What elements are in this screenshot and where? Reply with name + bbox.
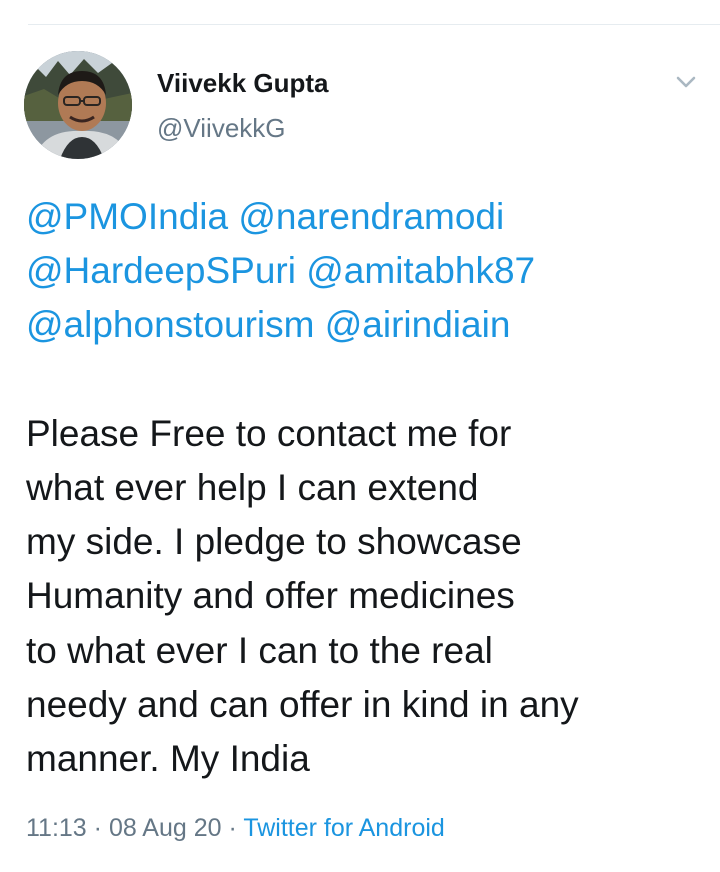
tweet-text-line: what ever help I can extend	[26, 467, 479, 508]
tweet-text-line: Please Free to contact me for	[26, 412, 512, 454]
tweet-date: 08 Aug 20	[108, 814, 222, 842]
mention-link[interactable]: @airindiain	[325, 304, 511, 345]
tweet-text-line: to what ever I can to the real	[26, 629, 493, 671]
tweet-text-line: my side. I pledge to showcase	[26, 521, 522, 563]
mention-link[interactable]: @PMOIndia	[26, 196, 228, 237]
mentions-line: @alphonstourism @airindiain	[26, 298, 706, 352]
avatar-image	[24, 51, 132, 159]
tweet-text-line: needy and can offer in kind in any	[26, 683, 579, 725]
tweet-text: @PMOIndia @narendramodi @HardeepSPuri @a…	[26, 190, 706, 786]
chevron-down-icon[interactable]	[670, 66, 702, 98]
top-divider	[28, 24, 720, 25]
tweet-text-line: Humanity and offer medicines	[26, 575, 515, 617]
mentions-line: @HardeepSPuri @amitabhk87	[26, 244, 706, 298]
mention-link[interactable]: @HardeepSPuri	[26, 250, 296, 291]
meta-separator: ·	[221, 814, 244, 842]
tweet-time: 11:13	[26, 814, 87, 842]
mention-link[interactable]: @alphonstourism	[26, 304, 314, 345]
avatar[interactable]	[24, 51, 132, 159]
mentions-line: @PMOIndia @narendramodi	[26, 190, 706, 244]
tweet-meta: 11:13 · 08 Aug 20 · Twitter for Android	[26, 814, 445, 843]
meta-separator: ·	[86, 814, 109, 842]
tweet-text-line: manner. My India	[26, 738, 310, 780]
tweet-source-link[interactable]: Twitter for Android	[243, 814, 444, 842]
display-name[interactable]: Viivekk Gupta	[157, 68, 329, 99]
user-handle[interactable]: @ViivekkG	[157, 113, 286, 144]
mention-link[interactable]: @narendramodi	[238, 196, 504, 237]
mention-link[interactable]: @amitabhk87	[306, 250, 535, 291]
